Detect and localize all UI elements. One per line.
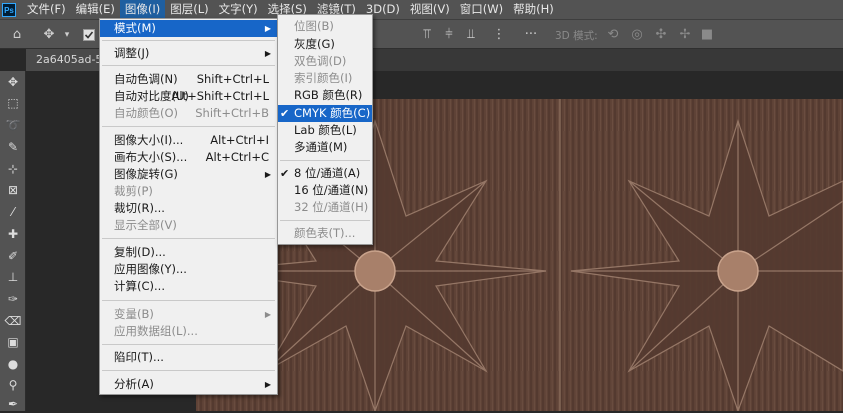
- 3d-pan-icon[interactable]: ✣: [652, 26, 670, 44]
- frame-tool-icon[interactable]: ⊠: [3, 181, 23, 199]
- 3d-mode-label: 3D 模式:: [555, 30, 598, 42]
- menu-separator: [102, 65, 275, 66]
- submenu-item-indexed-color[interactable]: 索引颜色(I): [278, 70, 372, 87]
- menu-item-analysis[interactable]: 分析(A) ▶: [100, 376, 277, 393]
- quick-select-tool-icon[interactable]: ✎: [3, 138, 23, 156]
- menu-item-apply-image[interactable]: 应用图像(Y)...: [100, 261, 277, 278]
- submenu-item-grayscale[interactable]: 灰度(G): [278, 36, 372, 53]
- submenu-item-lab-color[interactable]: Lab 颜色(L): [278, 122, 372, 139]
- menu-separator: [102, 300, 275, 301]
- menu-item-trap[interactable]: 陷印(T)...: [100, 349, 277, 366]
- 3d-slide-icon[interactable]: ✢: [676, 26, 694, 44]
- submenu-item-bitmap[interactable]: 位图(B): [278, 18, 372, 35]
- submenu-item-cmyk-color[interactable]: ✔ CMYK 颜色(C): [278, 105, 372, 122]
- submenu-arrow-icon: ▶: [264, 24, 271, 33]
- brush-tool-icon[interactable]: ✐: [3, 247, 23, 265]
- eyedropper-tool-icon[interactable]: ⁄: [3, 203, 23, 221]
- submenu-item-rgb-color[interactable]: RGB 颜色(R): [278, 87, 372, 104]
- menu-item-image-size[interactable]: 图像大小(I)... Alt+Ctrl+I: [100, 132, 277, 149]
- submenu-item-color-table[interactable]: 颜色表(T)...: [278, 225, 372, 242]
- menu-item-image-rotation[interactable]: 图像旋转(G) ▶: [100, 166, 277, 183]
- 3d-roll-icon[interactable]: ◎: [628, 26, 646, 44]
- 3d-orbit-icon[interactable]: ⟲: [604, 26, 622, 44]
- move-tool-icon[interactable]: ✥: [3, 73, 23, 91]
- submenu-arrow-icon: ▶: [264, 380, 271, 389]
- menu-window[interactable]: 窗口(W): [455, 0, 508, 19]
- pen-tool-icon[interactable]: ✒: [3, 395, 23, 413]
- history-brush-tool-icon[interactable]: ✑: [3, 290, 23, 308]
- menu-separator: [102, 40, 275, 41]
- align-vertical-center-icon[interactable]: ⫩: [440, 26, 458, 44]
- checkmark-icon: ✔: [280, 167, 290, 180]
- menu-separator: [102, 126, 275, 127]
- home-icon[interactable]: ⌂: [8, 26, 26, 44]
- menu-help[interactable]: 帮助(H): [508, 0, 559, 19]
- menu-separator: [102, 238, 275, 239]
- move-tool-icon[interactable]: ✥: [40, 26, 58, 44]
- menu-separator: [280, 160, 370, 161]
- submenu-arrow-icon: ▶: [264, 170, 271, 179]
- tools-panel: ✥ ⬚ ➰ ✎ ⊹ ⊠ ⁄ ✚ ✐ ⊥ ✑ ⌫ ▣ ● ⚲ ✒: [0, 71, 26, 411]
- menu-bar: Ps 文件(F) 编辑(E) 图像(I) 图层(L) 文字(Y) 选择(S) 滤…: [0, 0, 843, 19]
- image-menu-dropdown: 模式(M) ▶ 调整(J) ▶ 自动色调(N) Shift+Ctrl+L 自动对…: [99, 18, 278, 395]
- eraser-tool-icon[interactable]: ⌫: [3, 312, 23, 330]
- dodge-tool-icon[interactable]: ⚲: [3, 376, 23, 394]
- more-options-icon[interactable]: ···: [522, 26, 540, 44]
- align-bottom-icon[interactable]: ⫫: [462, 26, 480, 44]
- lasso-tool-icon[interactable]: ➰: [3, 116, 23, 134]
- menu-item-variables[interactable]: 变量(B) ▶: [100, 306, 277, 323]
- menu-item-adjust[interactable]: 调整(J) ▶: [100, 45, 277, 62]
- submenu-item-32-bit[interactable]: 32 位/通道(H): [278, 199, 372, 216]
- menu-type[interactable]: 文字(Y): [214, 0, 263, 19]
- submenu-item-8-bit[interactable]: ✔ 8 位/通道(A): [278, 165, 372, 182]
- menu-item-mode[interactable]: 模式(M) ▶: [100, 20, 277, 37]
- menu-item-crop[interactable]: 裁剪(P): [100, 183, 277, 200]
- crop-tool-icon[interactable]: ⊹: [3, 160, 23, 178]
- menu-layer[interactable]: 图层(L): [165, 0, 213, 19]
- menu-item-auto-tone[interactable]: 自动色调(N) Shift+Ctrl+L: [100, 71, 277, 88]
- 3d-camera-icon[interactable]: ■: [698, 26, 716, 44]
- menu-file[interactable]: 文件(F): [22, 0, 71, 19]
- gradient-tool-icon[interactable]: ▣: [3, 333, 23, 351]
- menu-item-calculations[interactable]: 计算(C)...: [100, 278, 277, 295]
- submenu-item-16-bit[interactable]: 16 位/通道(N): [278, 182, 372, 199]
- mode-submenu: 位图(B) 灰度(G) 双色调(D) 索引颜色(I) RGB 颜色(R) ✔ C…: [277, 14, 373, 245]
- submenu-item-multichannel[interactable]: 多通道(M): [278, 139, 372, 156]
- submenu-arrow-icon: ▶: [264, 310, 271, 319]
- stamp-tool-icon[interactable]: ⊥: [3, 268, 23, 286]
- align-top-icon[interactable]: ⫪: [418, 26, 436, 44]
- distribute-icon[interactable]: ⋮: [490, 26, 508, 44]
- submenu-arrow-icon: ▶: [264, 49, 271, 58]
- menu-item-canvas-size[interactable]: 画布大小(S)... Alt+Ctrl+C: [100, 149, 277, 166]
- menu-edit[interactable]: 编辑(E): [71, 0, 120, 19]
- menu-item-auto-contrast[interactable]: 自动对比度(U) Alt+Shift+Ctrl+L: [100, 88, 277, 105]
- submenu-item-duotone[interactable]: 双色调(D): [278, 53, 372, 70]
- menu-item-duplicate[interactable]: 复制(D)...: [100, 244, 277, 261]
- marquee-tool-icon[interactable]: ⬚: [3, 94, 23, 112]
- menu-separator: [102, 370, 275, 371]
- chevron-down-icon[interactable]: ▾: [58, 26, 76, 44]
- healing-brush-tool-icon[interactable]: ✚: [3, 225, 23, 243]
- menu-item-auto-color[interactable]: 自动颜色(O) Shift+Ctrl+B: [100, 105, 277, 122]
- menu-separator: [102, 344, 275, 345]
- blur-tool-icon[interactable]: ●: [3, 355, 23, 373]
- menu-separator: [280, 220, 370, 221]
- menu-view[interactable]: 视图(V): [405, 0, 455, 19]
- menu-item-trim[interactable]: 裁切(R)...: [100, 200, 277, 217]
- menu-item-reveal-all[interactable]: 显示全部(V): [100, 217, 277, 234]
- auto-select-checkbox[interactable]: [80, 26, 98, 44]
- checkmark-icon: ✔: [280, 107, 290, 120]
- menu-image[interactable]: 图像(I): [119, 0, 166, 19]
- photoshop-logo-icon[interactable]: Ps: [2, 2, 16, 17]
- menu-item-apply-data-set[interactable]: 应用数据组(L)...: [100, 323, 277, 340]
